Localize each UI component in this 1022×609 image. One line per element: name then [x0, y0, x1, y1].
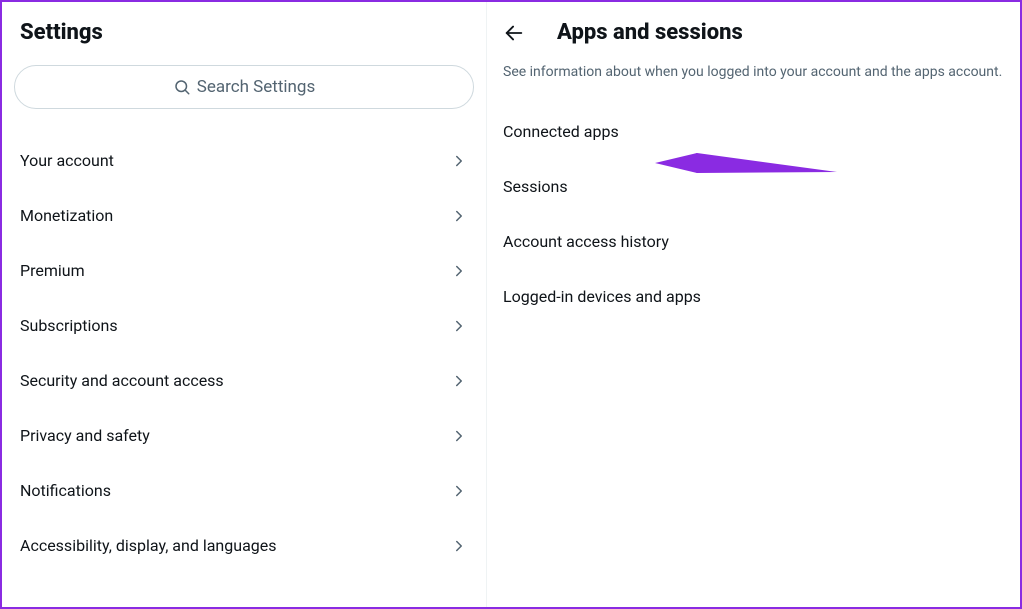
sidebar-item-label: Accessibility, display, and languages [20, 536, 277, 555]
sidebar-item-your-account[interactable]: Your account [2, 133, 486, 188]
sidebar-item-accessibility[interactable]: Accessibility, display, and languages [2, 518, 486, 573]
back-arrow-icon[interactable] [503, 22, 525, 44]
sidebar-item-security-account-access[interactable]: Security and account access [2, 353, 486, 408]
sidebar-item-label: Premium [20, 261, 85, 280]
chevron-right-icon [450, 482, 468, 500]
sidebar-item-premium[interactable]: Premium [2, 243, 486, 298]
sidebar-item-label: Notifications [20, 481, 111, 500]
detail-item-connected-apps[interactable]: Connected apps [487, 104, 1020, 159]
chevron-right-icon [450, 372, 468, 390]
detail-item-label: Account access history [503, 232, 669, 251]
search-input[interactable]: Search Settings [14, 65, 474, 109]
sidebar-item-subscriptions[interactable]: Subscriptions [2, 298, 486, 353]
sidebar-item-label: Your account [20, 151, 114, 170]
search-icon [173, 78, 191, 96]
detail-item-account-access-history[interactable]: Account access history [487, 214, 1020, 269]
sidebar-item-label: Subscriptions [20, 316, 118, 335]
detail-item-label: Sessions [503, 177, 568, 196]
sidebar-item-monetization[interactable]: Monetization [2, 188, 486, 243]
sidebar-item-label: Security and account access [20, 371, 224, 390]
detail-item-sessions[interactable]: Sessions [487, 159, 1020, 214]
chevron-right-icon [450, 262, 468, 280]
detail-header: Apps and sessions [487, 14, 1020, 63]
chevron-right-icon [450, 537, 468, 555]
sidebar-item-notifications[interactable]: Notifications [2, 463, 486, 518]
sidebar-item-label: Monetization [20, 206, 113, 225]
detail-item-label: Connected apps [503, 122, 619, 141]
detail-item-logged-in-devices[interactable]: Logged-in devices and apps [487, 269, 1020, 324]
chevron-right-icon [450, 207, 468, 225]
chevron-right-icon [450, 427, 468, 445]
search-container: Search Settings [2, 65, 486, 133]
detail-description: See information about when you logged in… [487, 63, 1020, 104]
chevron-right-icon [450, 317, 468, 335]
settings-sidebar: Settings Search Settings Your account Mo… [2, 2, 487, 607]
detail-pane: Apps and sessions See information about … [487, 2, 1020, 607]
settings-title: Settings [2, 20, 486, 65]
chevron-right-icon [450, 152, 468, 170]
search-placeholder: Search Settings [197, 77, 316, 97]
detail-title: Apps and sessions [557, 20, 743, 45]
sidebar-item-privacy-safety[interactable]: Privacy and safety [2, 408, 486, 463]
detail-item-label: Logged-in devices and apps [503, 287, 701, 306]
sidebar-item-label: Privacy and safety [20, 426, 150, 445]
